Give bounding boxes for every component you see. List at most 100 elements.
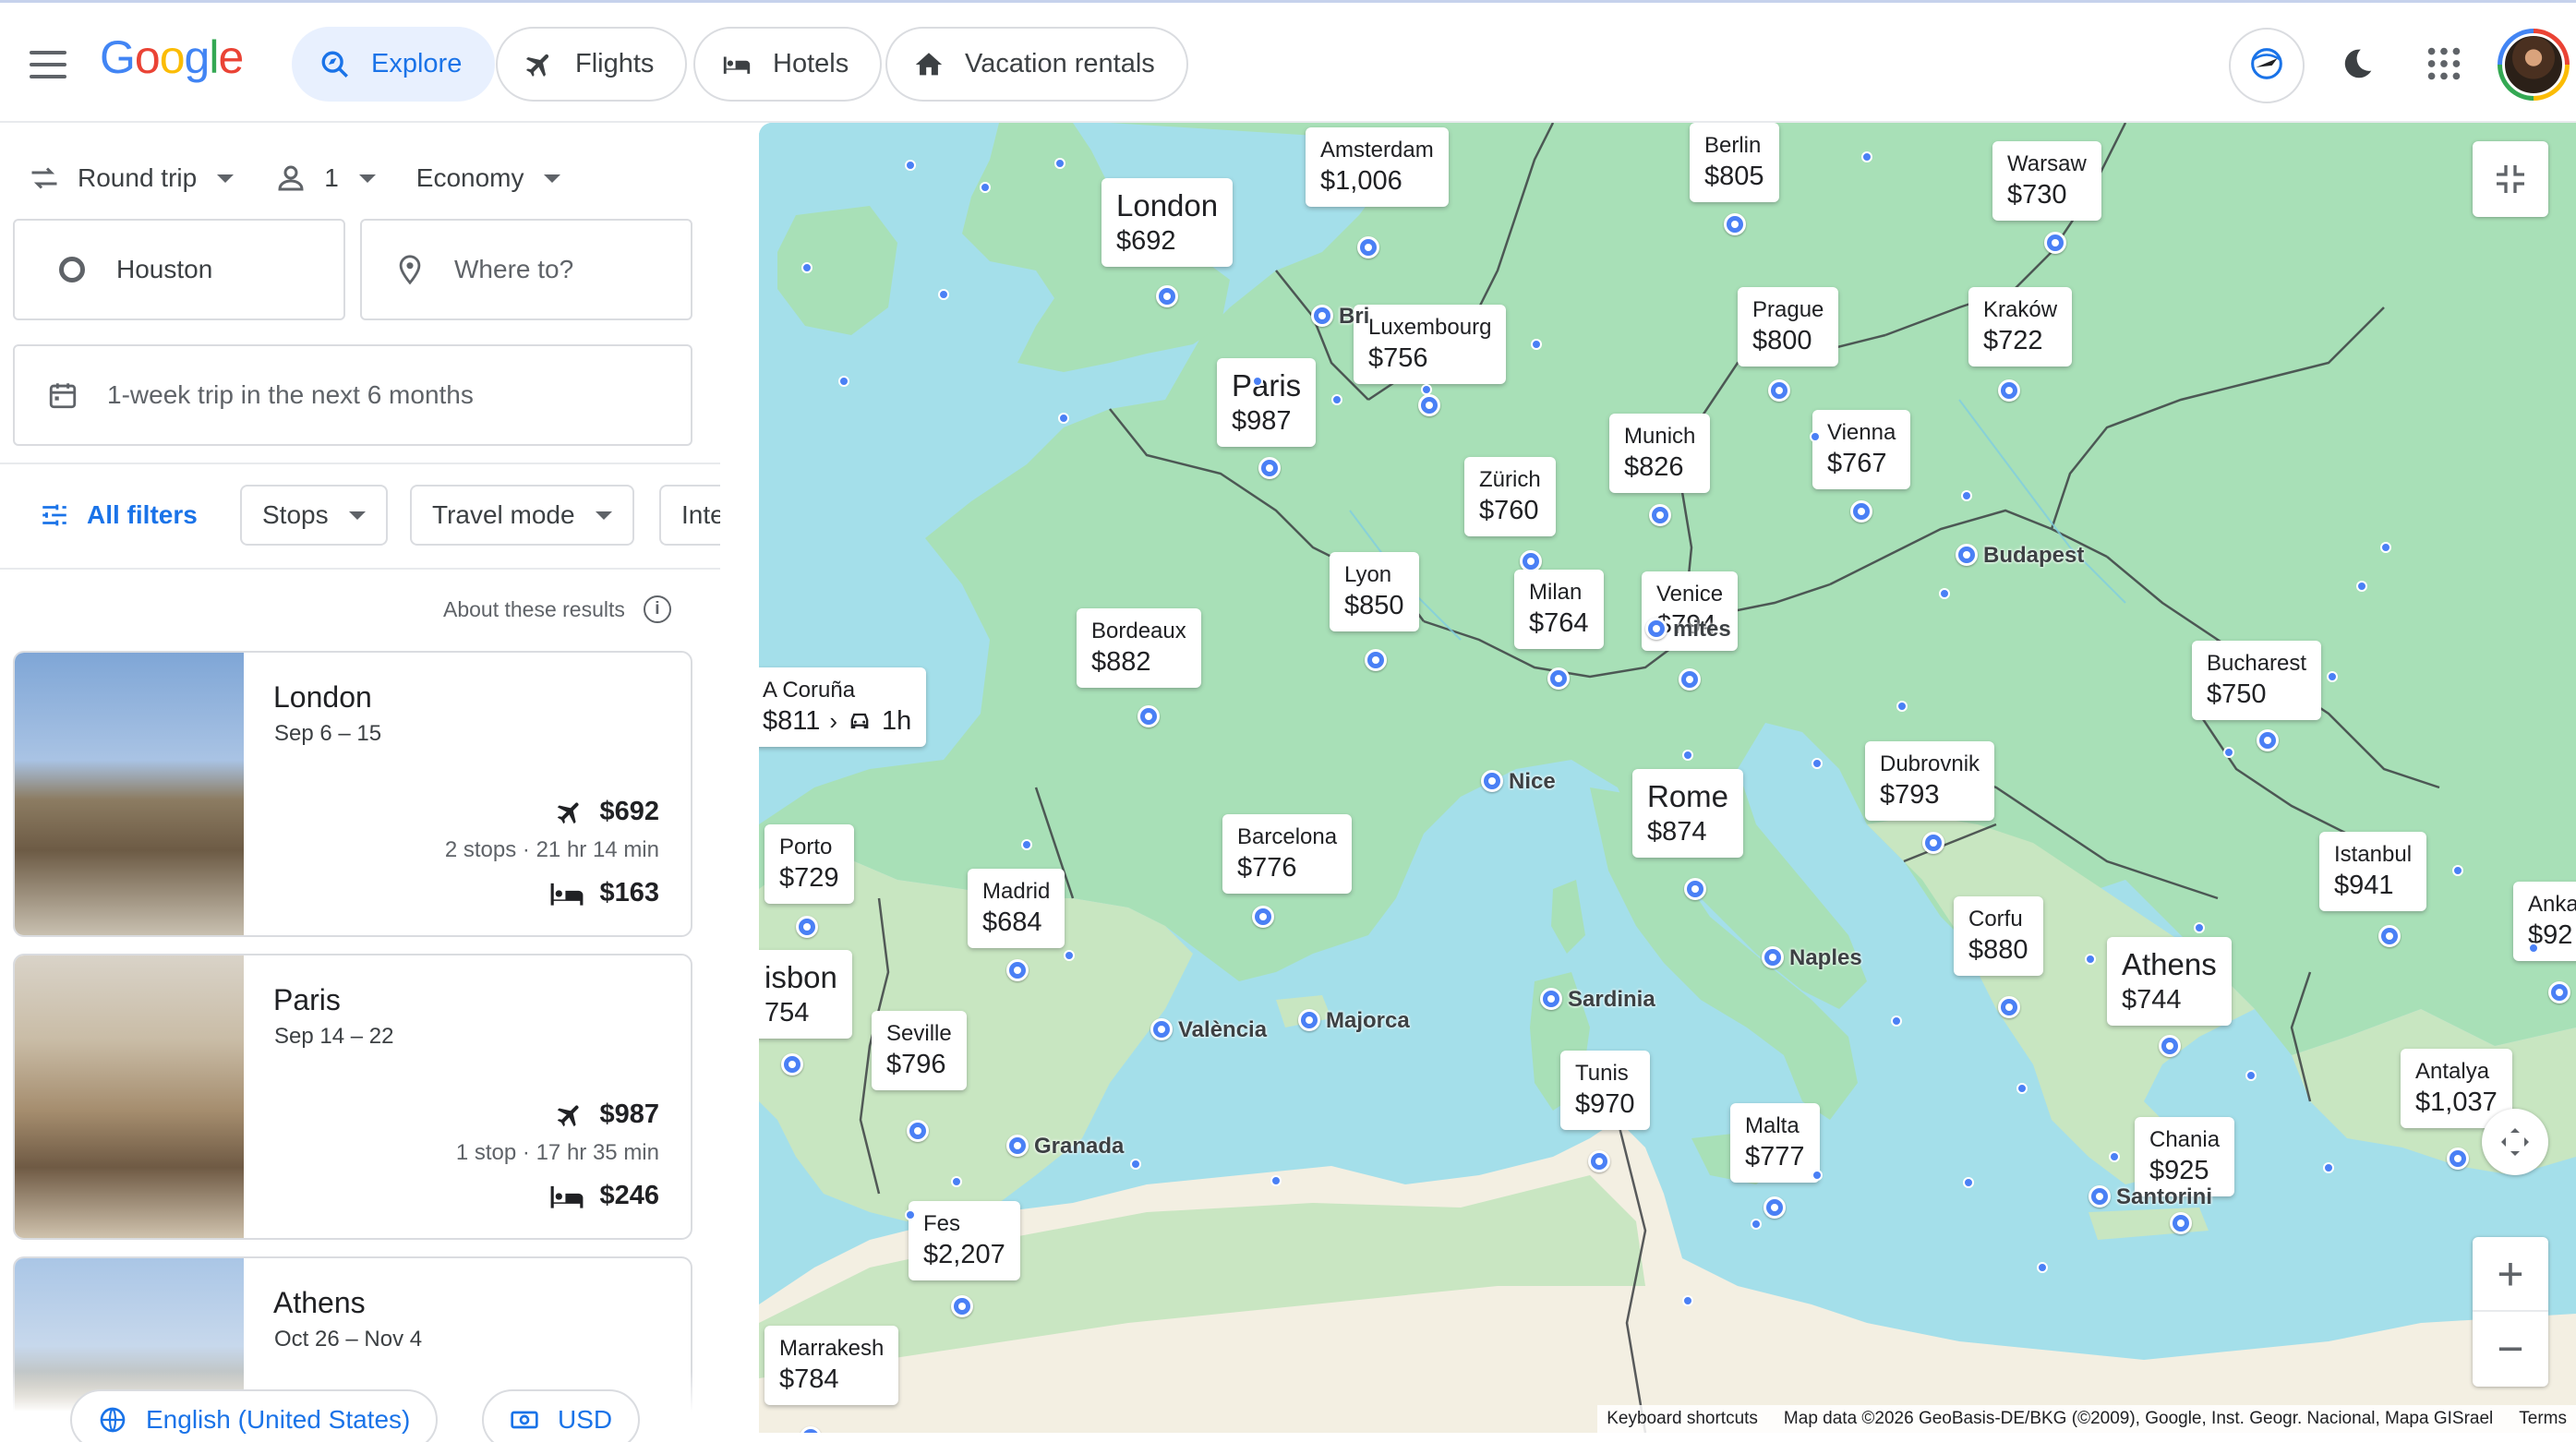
- dates-field[interactable]: 1-week trip in the next 6 months: [13, 344, 692, 446]
- destination-card[interactable]: Zürich $760: [1464, 457, 1556, 536]
- place-label[interactable]: València: [1150, 1015, 1267, 1043]
- airport-dot-icon[interactable]: [1812, 758, 1823, 769]
- place-label[interactable]: Nice: [1481, 766, 1556, 795]
- google-apps-button[interactable]: [2406, 28, 2482, 103]
- airport-pin-icon[interactable]: [2257, 729, 2279, 751]
- airport-dot-icon[interactable]: [1682, 1295, 1693, 1306]
- tab-vacation-rentals[interactable]: Vacation rentals: [885, 27, 1188, 102]
- destination-card[interactable]: Tunis $970: [1560, 1051, 1650, 1130]
- destination-card[interactable]: London $692: [1101, 178, 1234, 267]
- recenter-button[interactable]: [2482, 1109, 2548, 1175]
- tab-flights[interactable]: Flights: [496, 27, 688, 102]
- airport-pin-icon[interactable]: [1547, 667, 1570, 690]
- airport-dot-icon[interactable]: [2037, 1262, 2048, 1273]
- airport-pin-icon[interactable]: [1258, 457, 1281, 479]
- cabin-select[interactable]: Economy: [416, 163, 561, 193]
- airport-pin-icon[interactable]: [1768, 379, 1790, 402]
- airport-pin-icon[interactable]: [1724, 213, 1746, 235]
- place-label[interactable]: Bri: [1311, 301, 1369, 330]
- airport-dot-icon[interactable]: [1812, 1170, 1823, 1181]
- airport-pin-icon[interactable]: [2378, 925, 2401, 947]
- destination-card[interactable]: Luxembourg $756: [1354, 305, 1507, 384]
- airport-dot-icon[interactable]: [2223, 747, 2234, 758]
- airport-dot-icon[interactable]: [1531, 339, 1542, 350]
- zoom-in-button[interactable]: +: [2473, 1238, 2548, 1312]
- destination-card[interactable]: Athens $744: [2107, 937, 2232, 1026]
- tab-hotels[interactable]: Hotels: [693, 27, 883, 102]
- destination-card[interactable]: Prague $800: [1738, 287, 1839, 367]
- airport-dot-icon[interactable]: [1896, 701, 1908, 712]
- travel-mode-filter[interactable]: Travel mode: [410, 485, 634, 546]
- place-label[interactable]: Naples: [1762, 943, 1862, 971]
- destination-card[interactable]: Warsaw $730: [1992, 141, 2101, 221]
- dark-theme-button[interactable]: [2319, 28, 2395, 103]
- airport-dot-icon[interactable]: [2528, 943, 2539, 954]
- destination-card[interactable]: Anka $92: [2513, 882, 2576, 961]
- keyboard-shortcuts-link[interactable]: Keyboard shortcuts: [1607, 1409, 1758, 1429]
- terms-link[interactable]: Terms: [2519, 1409, 2567, 1429]
- stops-filter[interactable]: Stops: [240, 485, 388, 546]
- airport-dot-icon[interactable]: [2452, 865, 2463, 876]
- airport-pin-icon[interactable]: [2170, 1212, 2192, 1234]
- airport-dot-icon[interactable]: [2085, 954, 2096, 965]
- main-menu-icon[interactable]: [30, 51, 66, 78]
- destination-card[interactable]: Malta $777: [1730, 1103, 1820, 1183]
- airport-pin-icon[interactable]: [1138, 705, 1160, 727]
- place-label[interactable]: Budapest: [1956, 540, 2084, 569]
- trip-type-select[interactable]: Round trip: [28, 162, 235, 195]
- destination-card[interactable]: Vienna $767: [1812, 410, 1911, 489]
- destination-card[interactable]: Bordeaux $882: [1077, 608, 1201, 688]
- airport-pin-icon[interactable]: [1850, 500, 1872, 523]
- airport-dot-icon[interactable]: [1252, 376, 1263, 387]
- destination-card[interactable]: Milan $764: [1514, 570, 1604, 649]
- account-avatar[interactable]: [2498, 29, 2570, 101]
- airport-dot-icon[interactable]: [1058, 413, 1069, 424]
- airport-pin-icon[interactable]: [1418, 394, 1440, 416]
- airport-pin-icon[interactable]: [781, 1053, 803, 1075]
- airport-dot-icon[interactable]: [1891, 1015, 1902, 1027]
- exit-fullscreen-button[interactable]: [2473, 141, 2548, 217]
- place-label[interactable]: Sardinia: [1540, 984, 1655, 1013]
- place-label[interactable]: Santorini: [2088, 1182, 2212, 1210]
- result-card-paris[interactable]: Paris Sep 14 – 22 $987 1 stop · 17 hr 35…: [13, 954, 692, 1240]
- destination-card[interactable]: Rome $874: [1632, 769, 1744, 858]
- airport-pin-icon[interactable]: [1679, 668, 1701, 691]
- destination-card[interactable]: Marrakesh $784: [764, 1326, 899, 1405]
- info-icon[interactable]: i: [643, 595, 671, 623]
- airport-dot-icon[interactable]: [1810, 431, 1821, 442]
- airport-dot-icon[interactable]: [2380, 542, 2391, 553]
- airport-pin-icon[interactable]: [1588, 1150, 1610, 1172]
- airport-dot-icon[interactable]: [1421, 384, 1432, 395]
- interests-filter[interactable]: Inte: [659, 485, 720, 546]
- airport-pin-icon[interactable]: [1365, 649, 1387, 671]
- airport-pin-icon[interactable]: [2447, 1148, 2469, 1170]
- travel-mode-button[interactable]: [2229, 28, 2305, 103]
- airport-dot-icon[interactable]: [905, 1209, 916, 1220]
- destination-card[interactable]: isbon 754: [759, 950, 852, 1039]
- airport-dot-icon[interactable]: [938, 289, 949, 300]
- all-filters-button[interactable]: All filters: [39, 485, 198, 546]
- airport-dot-icon[interactable]: [2016, 1083, 2028, 1094]
- explore-map[interactable]: Amsterdam $1,006 Berlin $805 Warsaw $730 Londo…: [759, 123, 2576, 1433]
- airport-dot-icon[interactable]: [2327, 671, 2338, 682]
- result-card-london[interactable]: London Sep 6 – 15 $692 2 stops · 21 hr 1…: [13, 651, 692, 937]
- airport-pin-icon[interactable]: [2044, 232, 2066, 254]
- airport-dot-icon[interactable]: [2109, 1151, 2120, 1162]
- destination-card[interactable]: Paris $987: [1217, 358, 1317, 447]
- airport-dot-icon[interactable]: [1021, 839, 1032, 850]
- airport-pin-icon[interactable]: [907, 1120, 929, 1142]
- airport-dot-icon[interactable]: [2323, 1162, 2334, 1173]
- destination-card[interactable]: Munich $826: [1609, 414, 1711, 493]
- destination-card[interactable]: Lyon $850: [1330, 552, 1419, 631]
- airport-pin-icon[interactable]: [1006, 959, 1029, 981]
- airport-dot-icon[interactable]: [1861, 151, 1872, 162]
- destination-card[interactable]: Fes $2,207: [909, 1201, 1020, 1280]
- airport-dot-icon[interactable]: [951, 1176, 962, 1187]
- place-label[interactable]: Granada: [1006, 1131, 1124, 1160]
- airport-pin-icon[interactable]: [1156, 285, 1178, 307]
- airport-pin-icon[interactable]: [1684, 878, 1706, 900]
- airport-dot-icon[interactable]: [801, 262, 813, 273]
- destination-card[interactable]: Kraków $722: [1968, 287, 2073, 367]
- airport-dot-icon[interactable]: [1331, 394, 1342, 405]
- airport-dot-icon[interactable]: [2245, 1070, 2257, 1081]
